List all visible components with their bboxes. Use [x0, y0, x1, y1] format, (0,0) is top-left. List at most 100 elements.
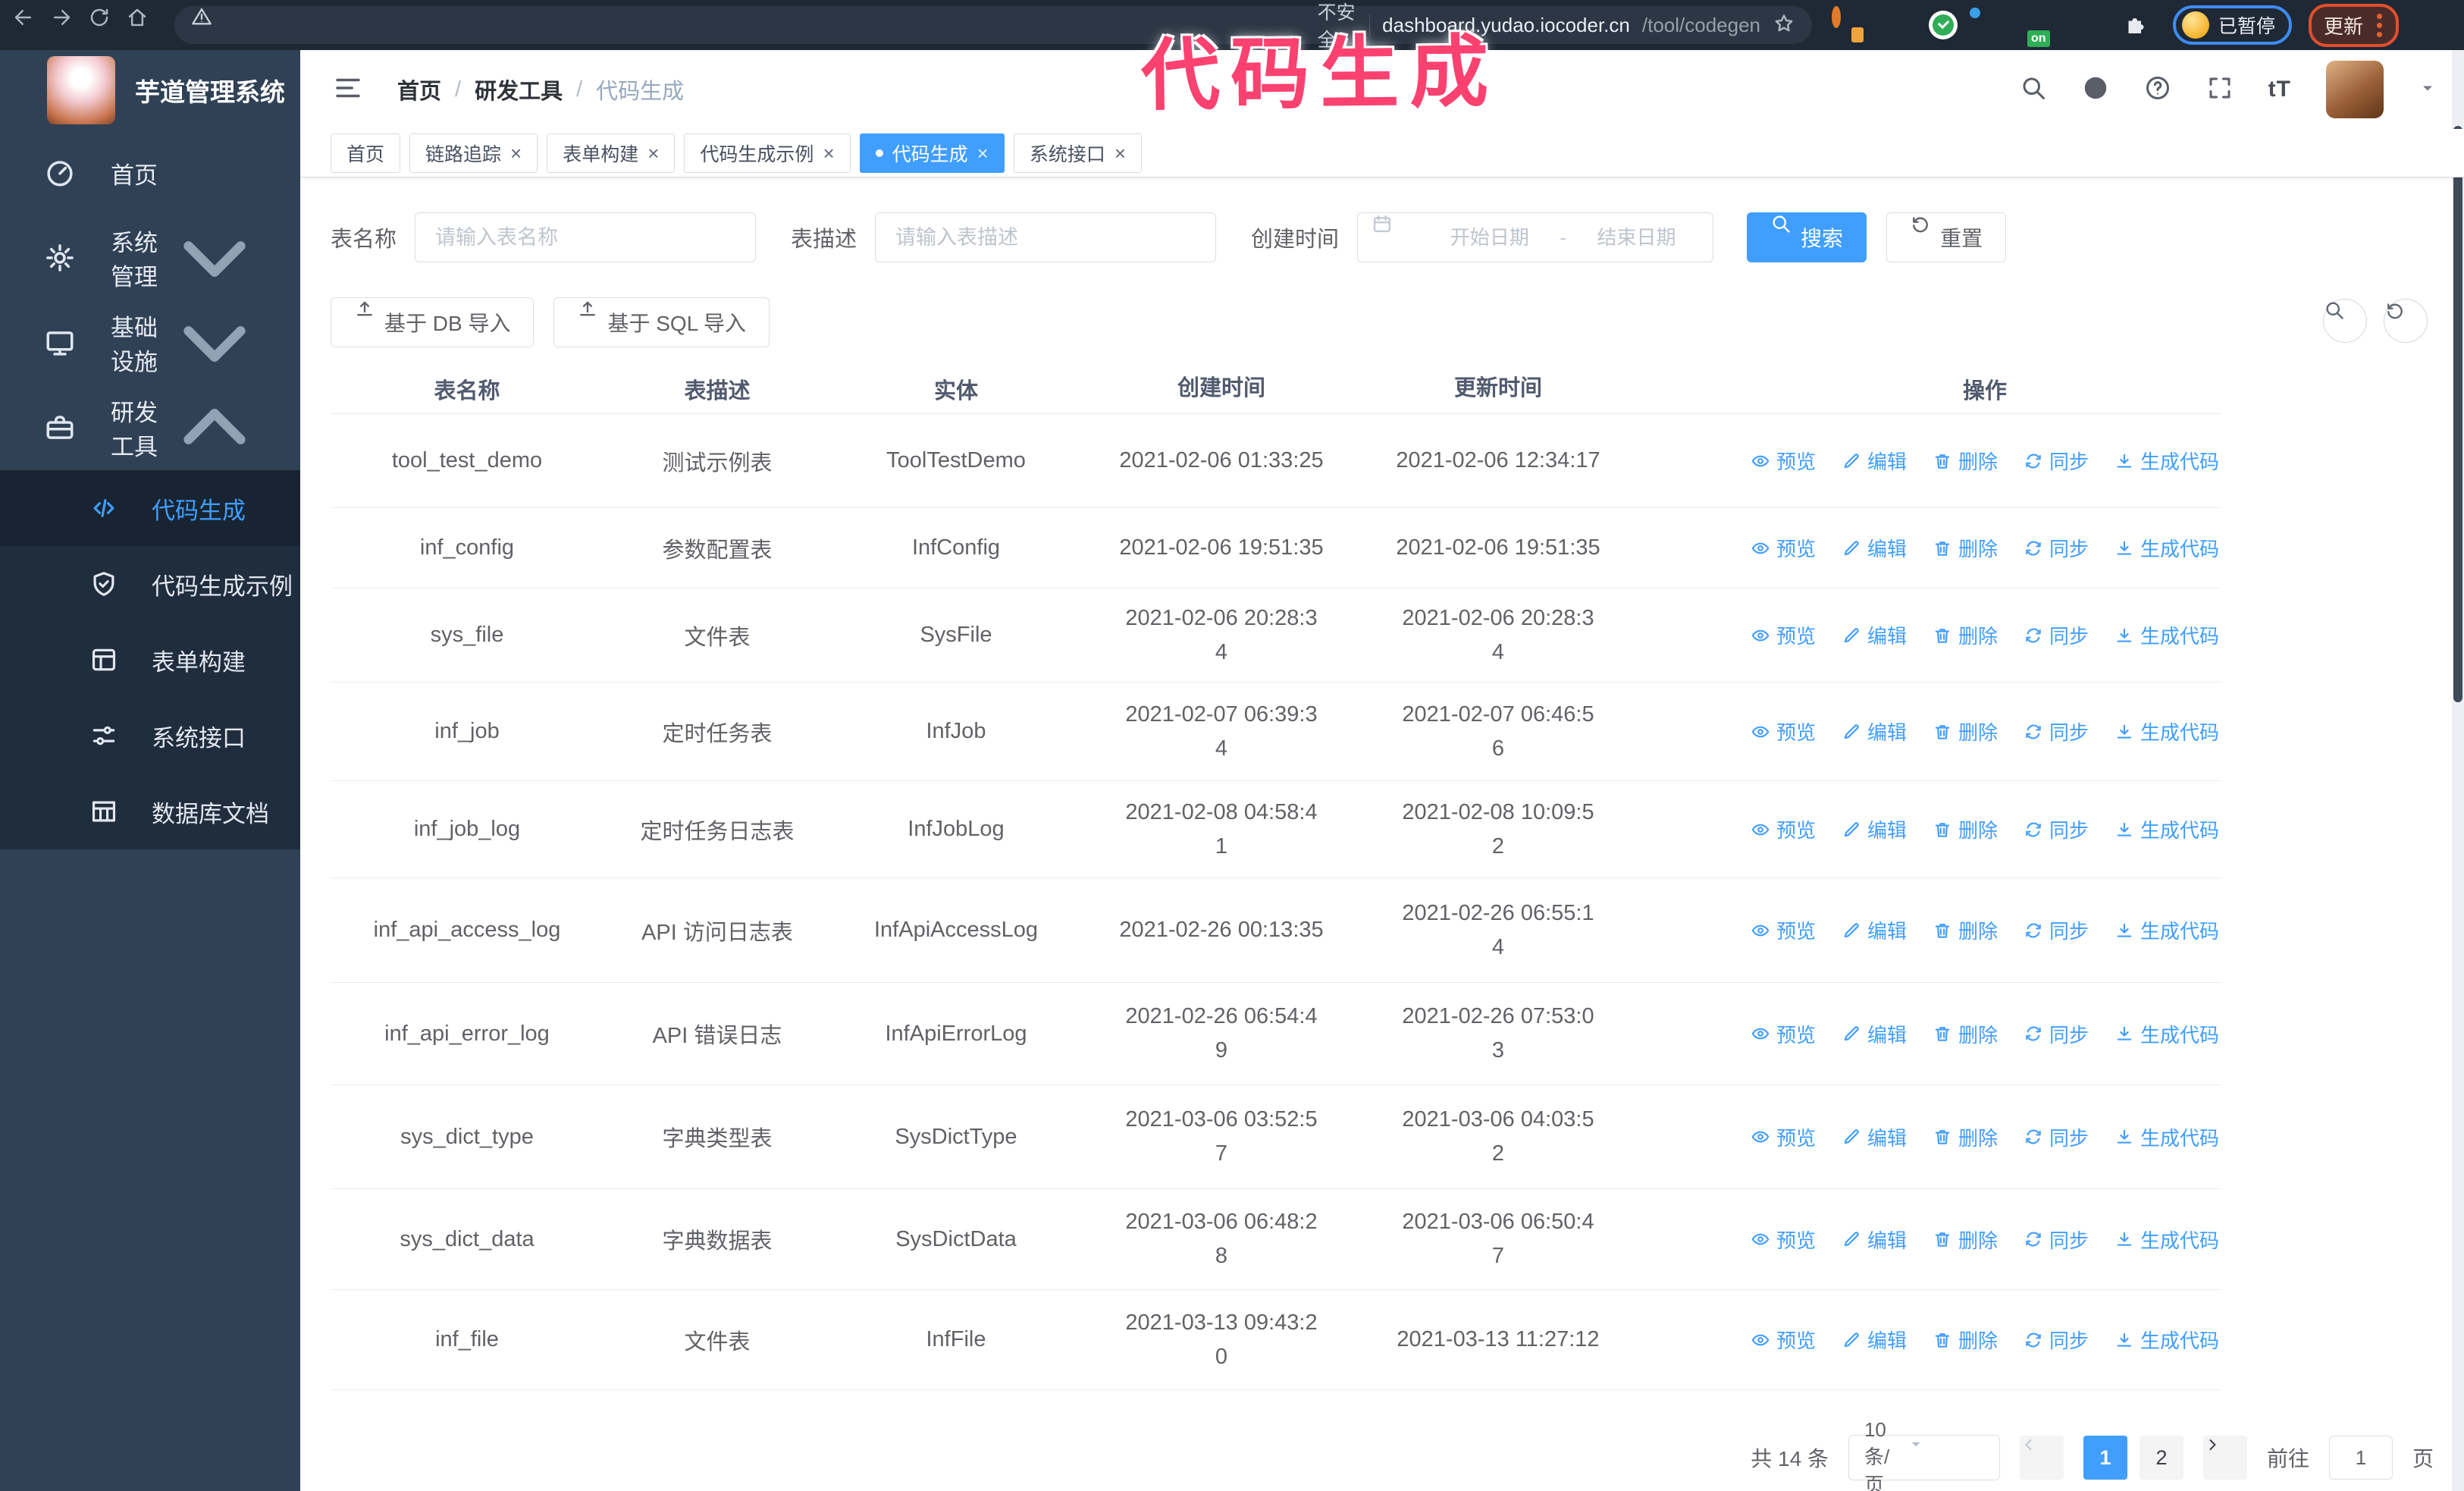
github-link[interactable] [2082, 74, 2109, 105]
address-bar[interactable]: 不安全 dashboard.yudao.iocoder.cn/tool/code… [174, 2, 1812, 51]
tab-close-icon[interactable]: × [647, 143, 659, 163]
help-button[interactable] [2144, 74, 2171, 105]
browser-reload-button[interactable] [88, 6, 126, 44]
action-trash-link[interactable]: 删除 [1933, 916, 1998, 944]
action-eye-link[interactable]: 预览 [1751, 534, 1816, 562]
import-sql-button[interactable]: 基于 SQL 导入 [553, 297, 770, 347]
action-sync-link[interactable]: 同步 [2024, 916, 2089, 944]
tab-close-icon[interactable]: × [510, 143, 522, 163]
browser-menu-icon[interactable] [2375, 12, 2384, 39]
page-number-2[interactable]: 2 [2139, 1436, 2183, 1480]
action-download-link[interactable]: 生成代码 [2114, 534, 2219, 562]
search-button[interactable]: 搜索 [1747, 212, 1867, 262]
breadcrumb-devtools[interactable]: 研发工具 [475, 74, 563, 105]
sidebar-logo-row[interactable]: 芋道管理系统 [0, 50, 300, 130]
action-download-link[interactable]: 生成代码 [2114, 621, 2219, 649]
breadcrumb-home[interactable]: 首页 [397, 74, 441, 105]
action-download-link[interactable]: 生成代码 [2114, 447, 2219, 475]
action-trash-link[interactable]: 删除 [1933, 1326, 1998, 1354]
action-trash-link[interactable]: 删除 [1933, 1123, 1998, 1151]
refresh-table-button[interactable] [2384, 299, 2428, 343]
date-range-picker[interactable]: - [1357, 212, 1714, 262]
action-eye-link[interactable]: 预览 [1751, 717, 1816, 746]
action-pencil-link[interactable]: 编辑 [1842, 717, 1907, 746]
action-trash-link[interactable]: 删除 [1933, 621, 1998, 649]
extension-icon-dark-on[interactable]: on [2026, 11, 2055, 47]
extension-icon-grid-drop[interactable] [1977, 11, 2006, 39]
tab-home[interactable]: 首页 [331, 133, 401, 173]
action-trash-link[interactable]: 删除 [1933, 447, 1998, 475]
sidebar-subitem-system-api[interactable]: 系统接口 [0, 698, 300, 774]
tab-tracing[interactable]: 链路追踪 × [409, 133, 538, 173]
extension-icon-green-check[interactable] [1929, 11, 1958, 39]
action-sync-link[interactable]: 同步 [2024, 1020, 2089, 1048]
user-menu-caret-icon[interactable] [2419, 79, 2437, 101]
action-pencil-link[interactable]: 编辑 [1842, 447, 1907, 475]
browser-profile-chip[interactable]: 已暂停 [2173, 5, 2293, 45]
reset-button[interactable]: 重置 [1886, 212, 2007, 262]
action-trash-link[interactable]: 删除 [1933, 534, 1998, 562]
action-download-link[interactable]: 生成代码 [2114, 916, 2219, 944]
tab-codegen-example[interactable]: 代码生成示例 × [684, 133, 851, 173]
action-sync-link[interactable]: 同步 [2024, 815, 2089, 843]
tab-close-icon[interactable]: × [977, 143, 989, 163]
action-eye-link[interactable]: 预览 [1751, 916, 1816, 944]
action-pencil-link[interactable]: 编辑 [1842, 1123, 1907, 1151]
sidebar-subitem-codegen-example[interactable]: 代码生成示例 [0, 546, 300, 622]
extension-icon-orange-ring[interactable] [1832, 6, 1864, 42]
action-download-link[interactable]: 生成代码 [2114, 1123, 2219, 1151]
action-pencil-link[interactable]: 编辑 [1842, 1020, 1907, 1048]
action-sync-link[interactable]: 同步 [2024, 1123, 2089, 1151]
browser-back-button[interactable] [12, 6, 50, 44]
sidebar-subitem-db-doc[interactable]: 数据库文档 [0, 774, 300, 849]
action-sync-link[interactable]: 同步 [2024, 1226, 2089, 1254]
tab-codegen[interactable]: 代码生成 × [859, 133, 1005, 173]
date-end-input[interactable] [1574, 225, 1700, 250]
browser-forward-button[interactable] [50, 6, 88, 44]
sidebar-collapse-button[interactable] [332, 72, 364, 108]
action-eye-link[interactable]: 预览 [1751, 1123, 1816, 1151]
action-sync-link[interactable]: 同步 [2024, 534, 2089, 562]
action-download-link[interactable]: 生成代码 [2114, 1020, 2219, 1048]
action-eye-link[interactable]: 预览 [1751, 1226, 1816, 1254]
action-eye-link[interactable]: 预览 [1751, 1020, 1816, 1048]
action-pencil-link[interactable]: 编辑 [1842, 621, 1907, 649]
bookmark-star-icon[interactable] [1773, 12, 1795, 39]
action-trash-link[interactable]: 删除 [1933, 815, 1998, 843]
action-eye-link[interactable]: 预览 [1751, 621, 1816, 649]
browser-home-button[interactable] [126, 6, 164, 44]
extension-icon-green-plant[interactable] [2074, 11, 2103, 39]
page-size-select[interactable]: 10条/页 [1848, 1418, 2000, 1491]
action-sync-link[interactable]: 同步 [2024, 1326, 2089, 1354]
action-pencil-link[interactable]: 编辑 [1842, 1226, 1907, 1254]
extensions-puzzle-icon[interactable] [2123, 11, 2152, 39]
action-pencil-link[interactable]: 编辑 [1842, 1326, 1907, 1354]
scrollbar-thumb[interactable] [2453, 126, 2462, 702]
sidebar-subitem-form-builder[interactable]: 表单构建 [0, 622, 300, 698]
action-trash-link[interactable]: 删除 [1933, 717, 1998, 746]
action-eye-link[interactable]: 预览 [1751, 815, 1816, 843]
tab-close-icon[interactable]: × [823, 143, 834, 163]
action-download-link[interactable]: 生成代码 [2114, 815, 2219, 843]
action-download-link[interactable]: 生成代码 [2114, 1326, 2219, 1354]
prev-page-button[interactable] [2019, 1436, 2064, 1480]
import-db-button[interactable]: 基于 DB 导入 [331, 297, 534, 347]
page-number-1[interactable]: 1 [2083, 1436, 2127, 1480]
goto-page-input[interactable] [2328, 1436, 2393, 1480]
table-desc-input[interactable] [875, 212, 1217, 262]
date-start-input[interactable] [1427, 225, 1553, 250]
action-download-link[interactable]: 生成代码 [2114, 1226, 2219, 1254]
browser-update-button[interactable]: 更新 [2309, 3, 2400, 47]
action-sync-link[interactable]: 同步 [2024, 621, 2089, 649]
action-download-link[interactable]: 生成代码 [2114, 717, 2219, 746]
action-eye-link[interactable]: 预览 [1751, 1326, 1816, 1354]
action-sync-link[interactable]: 同步 [2024, 717, 2089, 746]
extension-icon-blue-gem[interactable] [1880, 11, 1909, 39]
tab-form-builder[interactable]: 表单构建 × [547, 133, 676, 173]
action-sync-link[interactable]: 同步 [2024, 447, 2089, 475]
tab-close-icon[interactable]: × [1114, 143, 1126, 163]
toggle-search-button[interactable] [2323, 299, 2367, 343]
action-pencil-link[interactable]: 编辑 [1842, 815, 1907, 843]
action-trash-link[interactable]: 删除 [1933, 1226, 1998, 1254]
action-eye-link[interactable]: 预览 [1751, 447, 1816, 475]
